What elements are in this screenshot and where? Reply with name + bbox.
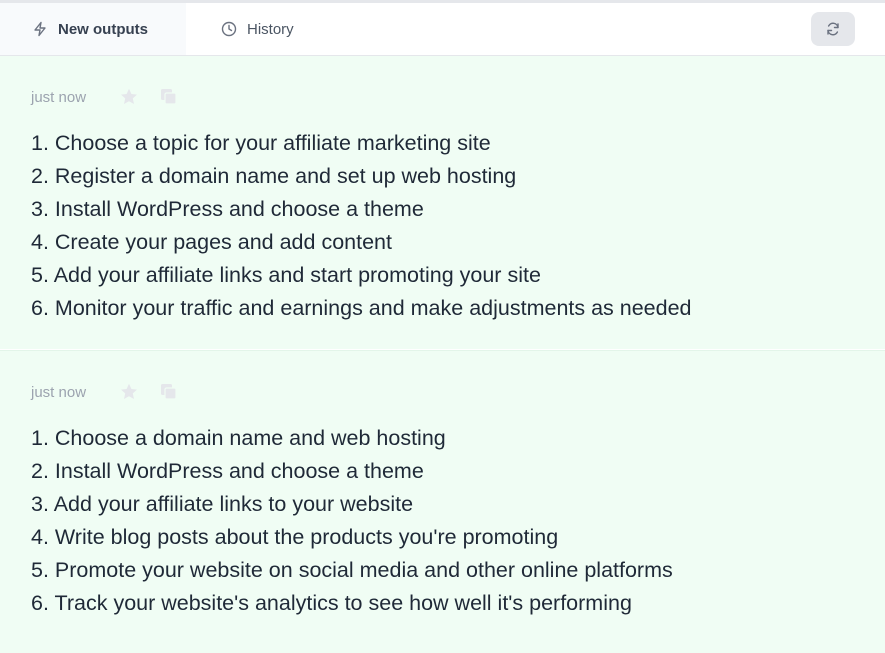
lightning-icon — [32, 21, 48, 37]
output-card: just now 1. Choose a domain name and web… — [0, 350, 885, 653]
outputs-list: just now 1. Choose a topic for your affi… — [0, 56, 885, 653]
list-item: 1. Choose a topic for your affiliate mar… — [31, 131, 491, 155]
tab-new-outputs[interactable]: New outputs — [0, 3, 186, 55]
list-item: 3. Install WordPress and choose a theme — [31, 197, 424, 221]
refresh-icon — [825, 21, 841, 37]
output-meta: just now — [31, 87, 179, 107]
copy-icon[interactable] — [159, 382, 179, 402]
refresh-button[interactable] — [811, 12, 855, 46]
output-meta: just now — [31, 382, 179, 402]
list-item: 4. Write blog posts about the products y… — [31, 525, 559, 549]
list-item: 5. Promote your website on social media … — [31, 558, 673, 582]
list-item: 5. Add your affiliate links and start pr… — [31, 263, 541, 287]
list-item: 2. Register a domain name and set up web… — [31, 164, 517, 188]
output-card: just now 1. Choose a topic for your affi… — [0, 56, 885, 349]
list-item: 4. Create your pages and add content — [31, 230, 392, 254]
list-item: 3. Add your affiliate links to your webs… — [31, 492, 414, 516]
tab-new-outputs-label: New outputs — [58, 20, 148, 38]
output-text: 1. Choose a domain name and web hosting … — [31, 422, 673, 620]
copy-icon[interactable] — [159, 87, 179, 107]
header: New outputs History — [0, 0, 885, 56]
list-item: 1. Choose a domain name and web hosting — [31, 426, 446, 450]
tab-history[interactable]: History — [186, 3, 366, 55]
output-text: 1. Choose a topic for your affiliate mar… — [31, 127, 692, 325]
output-timestamp: just now — [31, 383, 87, 401]
list-item: 6. Track your website's analytics to see… — [31, 591, 632, 615]
list-item: 6. Monitor your traffic and earnings and… — [31, 296, 692, 320]
tab-history-label: History — [247, 20, 294, 38]
clock-icon — [221, 21, 237, 37]
star-icon[interactable] — [119, 382, 139, 402]
output-timestamp: just now — [31, 88, 87, 106]
star-icon[interactable] — [119, 87, 139, 107]
list-item: 2. Install WordPress and choose a theme — [31, 459, 424, 483]
